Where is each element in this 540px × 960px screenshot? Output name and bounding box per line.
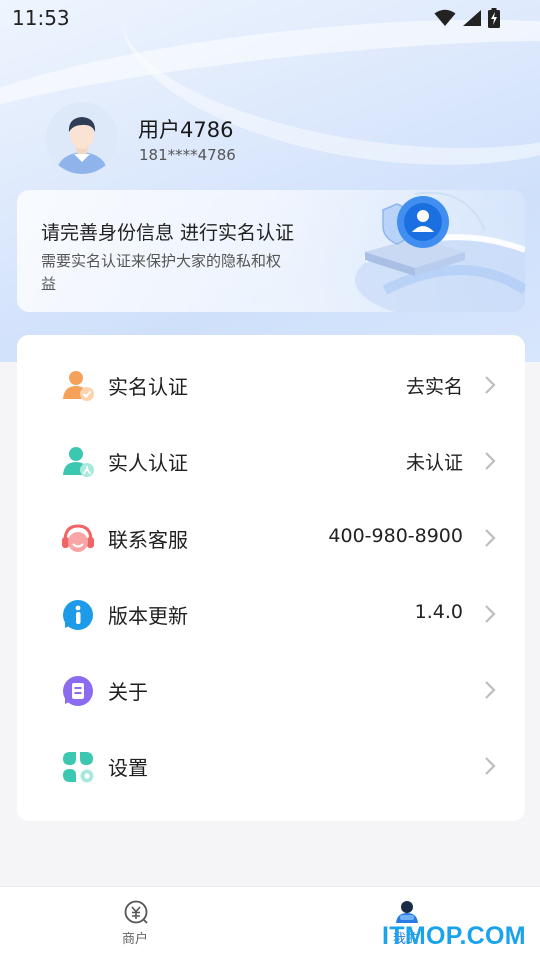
menu-label: 关于 xyxy=(108,680,148,704)
menu-item-real-name[interactable]: 实名认证 去实名 xyxy=(17,347,525,423)
chevron-right-icon xyxy=(485,529,496,547)
chevron-right-icon xyxy=(485,757,496,775)
chevron-right-icon xyxy=(485,452,496,470)
status-icons xyxy=(434,8,500,28)
tab-label: 商户 xyxy=(121,932,148,947)
banner-description: 需要实名认证来保护大家的隐私和权益 xyxy=(41,252,282,293)
menu-value: 400-980-8900 xyxy=(328,525,463,547)
menu-item-about[interactable]: 关于 xyxy=(17,652,525,728)
phone-number: 181****4786 xyxy=(139,146,236,164)
avatar[interactable] xyxy=(46,102,118,174)
verify-banner[interactable]: 请完善身份信息 进行实名认证 需要实名认证来保护大家的隐私和权益 xyxy=(17,190,525,312)
status-time: 11:53 xyxy=(12,6,70,30)
signal-icon xyxy=(463,10,481,26)
username: 用户4786 xyxy=(138,118,234,142)
menu-label: 实人认证 xyxy=(108,451,188,475)
settings-icon xyxy=(63,752,94,783)
customer-service-icon xyxy=(62,524,94,552)
menu-label: 实名认证 xyxy=(108,375,188,399)
menu-value: 去实名 xyxy=(405,376,463,398)
chevron-right-icon xyxy=(485,376,496,394)
info-icon xyxy=(63,600,93,630)
real-name-icon xyxy=(63,371,94,401)
face-verify-icon xyxy=(63,447,94,477)
chevron-right-icon xyxy=(485,681,496,699)
status-bar: 11:53 xyxy=(0,0,540,36)
menu-label: 设置 xyxy=(108,756,148,780)
menu-item-customer-service[interactable]: 联系客服 400-980-8900 xyxy=(17,500,525,576)
verify-shield-illustration xyxy=(355,191,525,312)
tab-merchant[interactable]: 商户 xyxy=(75,887,195,960)
menu-value: 1.4.0 xyxy=(414,601,463,623)
menu-item-face-verify[interactable]: 实人认证 未认证 xyxy=(17,423,525,499)
menu-label: 版本更新 xyxy=(108,604,188,628)
merchant-icon xyxy=(124,900,148,924)
menu-value: 未认证 xyxy=(405,452,463,474)
banner-title: 请完善身份信息 进行实名认证 xyxy=(41,222,295,244)
menu-card: 实名认证 去实名 实人认证 未认证 联系客服 400-980-8900 版本更新… xyxy=(17,335,525,821)
menu-label: 联系客服 xyxy=(108,528,188,552)
about-icon xyxy=(63,676,93,706)
watermark: ITMOP.COM xyxy=(382,922,526,950)
battery-charging-icon xyxy=(488,8,500,28)
menu-item-version-update[interactable]: 版本更新 1.4.0 xyxy=(17,576,525,652)
chevron-right-icon xyxy=(485,605,496,623)
wifi-icon xyxy=(434,9,456,26)
menu-item-settings[interactable]: 设置 xyxy=(17,728,525,804)
avatar-user-icon xyxy=(46,102,118,174)
